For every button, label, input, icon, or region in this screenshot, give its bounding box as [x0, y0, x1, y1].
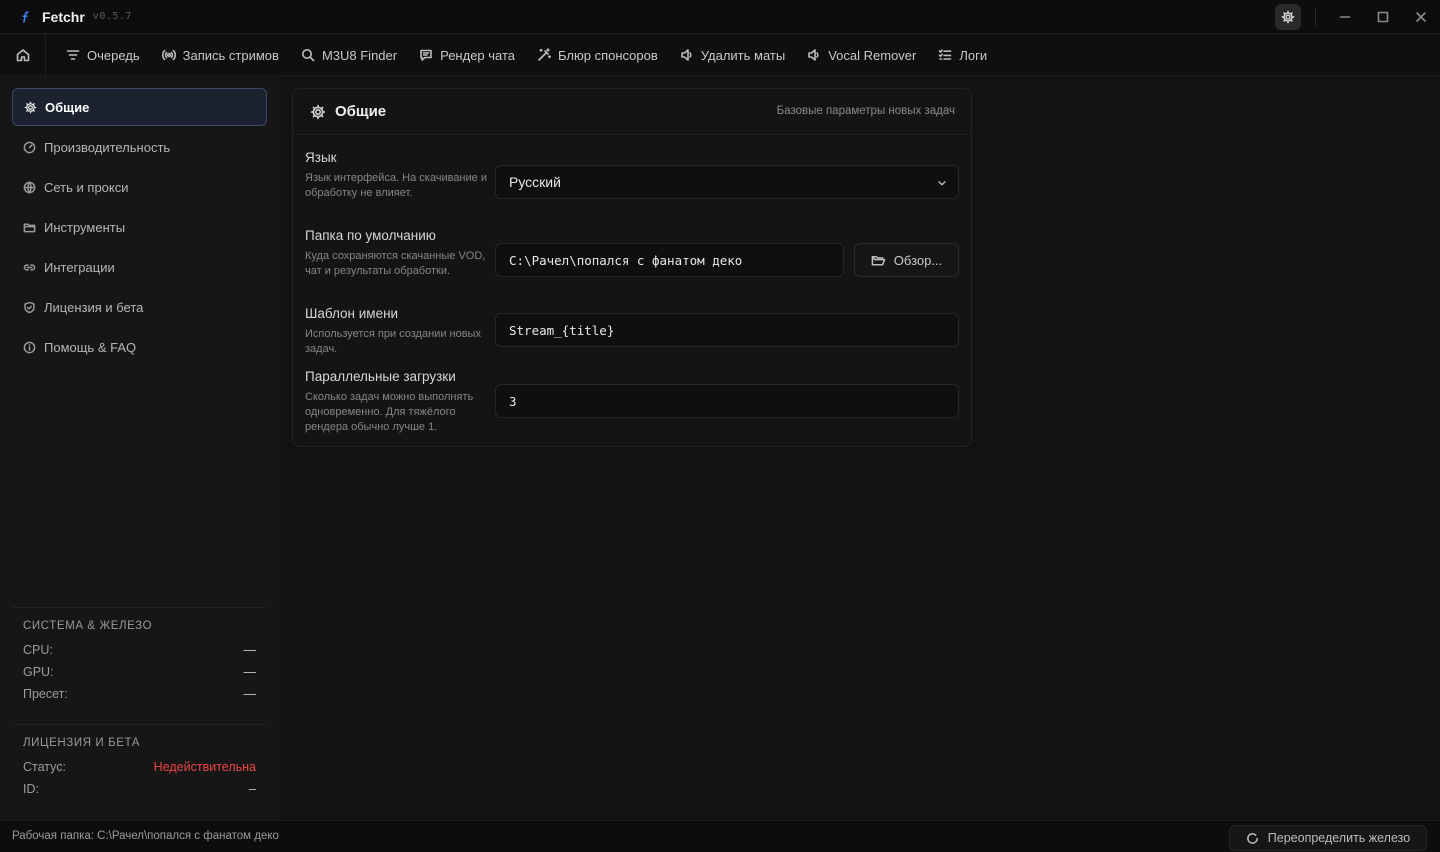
titlebar-divider	[1315, 8, 1316, 26]
name-template-label: Шаблон имени	[305, 306, 399, 321]
parallel-downloads-description: Сколько задач можно выполнять одновремен…	[305, 391, 474, 433]
status-bar: Рабочая папка: C:\Рачел\попался с фанато…	[0, 820, 1440, 852]
language-select[interactable]: Русский	[495, 165, 959, 199]
cpu-row: CPU: —	[23, 643, 256, 657]
parallel-downloads-label: Параллельные загрузки	[305, 369, 456, 384]
folder-icon	[23, 223, 36, 232]
sidebar-item-tools[interactable]: Инструменты	[12, 208, 267, 246]
nav-tab-vocal-remover[interactable]: Vocal Remover	[796, 35, 927, 76]
main-nav: Очередь Запись стримов M3U8 Finder Ренде…	[0, 34, 1440, 76]
default-folder-label: Папка по умолчанию	[305, 228, 436, 243]
magic-wand-icon	[538, 48, 552, 61]
preset-value: —	[243, 687, 257, 701]
sidebar-item-integrations[interactable]: Интеграции	[12, 248, 267, 286]
gpu-row: GPU: —	[23, 665, 256, 679]
license-panel: Лицензия и бета Статус: Недействительна …	[12, 724, 267, 804]
sidebar-item-network-proxy[interactable]: Сеть и прокси	[12, 168, 267, 206]
sidebar-item-license-beta[interactable]: Лицензия и бета	[12, 288, 267, 326]
link-icon	[23, 263, 36, 271]
maximize-button[interactable]	[1364, 0, 1402, 34]
minimize-icon	[1339, 16, 1351, 18]
sidebar-item-performance[interactable]: Производительность	[12, 128, 267, 166]
broadcast-icon	[161, 49, 176, 61]
folder-open-icon	[871, 255, 886, 265]
nav-tab-logs[interactable]: Логи	[927, 35, 998, 76]
general-settings-card: Общие Базовые параметры новых задач Язык…	[292, 88, 972, 447]
search-icon	[301, 49, 315, 62]
sidebar-item-help-faq[interactable]: Помощь & FAQ	[12, 328, 267, 366]
home-icon	[16, 49, 29, 62]
nav-tab-chat-render[interactable]: Рендер чата	[408, 35, 526, 76]
language-description: Язык интерфейса. На скачивание и обработ…	[305, 172, 487, 199]
default-folder-input[interactable]: C:\Рачел\попался с фанатом деко	[495, 243, 844, 277]
gear-icon	[24, 101, 37, 113]
license-id-value: –	[249, 782, 256, 796]
language-label: Язык	[305, 150, 337, 165]
speaker-icon	[680, 49, 692, 61]
nav-tab-remove-profanity[interactable]: Удалить маты	[669, 35, 796, 76]
parallel-downloads-input[interactable]: 3	[495, 384, 959, 418]
nav-tab-stream-recording[interactable]: Запись стримов	[151, 35, 290, 76]
nav-tab-queue[interactable]: Очередь	[55, 35, 151, 76]
license-id-row: ID: –	[23, 782, 256, 796]
settings-sidebar: Общие Производительность Сеть и прокси И…	[0, 77, 279, 820]
system-panel-title: Система & железо	[23, 620, 153, 632]
app-logo-icon	[16, 8, 34, 26]
sidebar-item-general[interactable]: Общие	[12, 88, 267, 126]
filter-icon	[66, 50, 80, 60]
card-subtitle: Базовые параметры новых задач	[776, 105, 955, 117]
close-button[interactable]	[1402, 0, 1440, 34]
license-status-value: Недействительна	[153, 760, 256, 774]
list-icon	[939, 49, 952, 60]
nav-tab-sponsor-blur[interactable]: Блюр спонсоров	[526, 35, 669, 76]
close-icon	[1416, 12, 1426, 22]
gauge-icon	[23, 141, 36, 153]
name-template-description: Используется при создании новых задач.	[305, 328, 481, 355]
cpu-value: —	[243, 643, 257, 657]
globe-icon	[23, 181, 36, 193]
browse-button[interactable]: Обзор...	[854, 243, 959, 277]
gpu-value: —	[243, 665, 257, 679]
card-title: Общие	[335, 103, 387, 120]
home-button[interactable]	[0, 34, 46, 76]
app-version: v0.5.7	[92, 11, 132, 22]
minimize-button[interactable]	[1326, 0, 1364, 34]
nav-tab-m3u8-finder[interactable]: M3U8 Finder	[290, 35, 408, 76]
language-selected-value: Русский	[509, 174, 561, 190]
maximize-icon	[1377, 11, 1389, 23]
name-template-input[interactable]: Stream_{title}	[495, 313, 959, 347]
shield-icon	[24, 301, 35, 313]
preset-row: Пресет: —	[23, 687, 256, 701]
default-folder-description: Куда сохраняются скачанные VOD, чат и ре…	[305, 250, 486, 277]
override-hardware-button[interactable]: Переопределить железо	[1229, 825, 1427, 851]
speaker-icon	[808, 49, 819, 61]
license-status-row: Статус: Недействительна	[23, 760, 256, 774]
gear-icon	[1281, 10, 1295, 24]
app-name: Fetchr	[42, 8, 85, 25]
chevron-down-icon	[938, 181, 946, 186]
settings-button[interactable]	[1275, 4, 1301, 30]
refresh-icon	[1246, 832, 1258, 844]
chat-icon	[420, 49, 432, 61]
system-hardware-panel: Система & железо CPU: — GPU: — Пресет: —	[12, 607, 267, 707]
gear-icon	[310, 104, 326, 119]
info-icon	[23, 341, 36, 353]
license-panel-title: Лицензия и бета	[23, 737, 140, 749]
title-bar: Fetchr v0.5.7	[0, 0, 1440, 34]
working-folder-status: Рабочая папка: C:\Рачел\попался с фанато…	[12, 830, 279, 842]
